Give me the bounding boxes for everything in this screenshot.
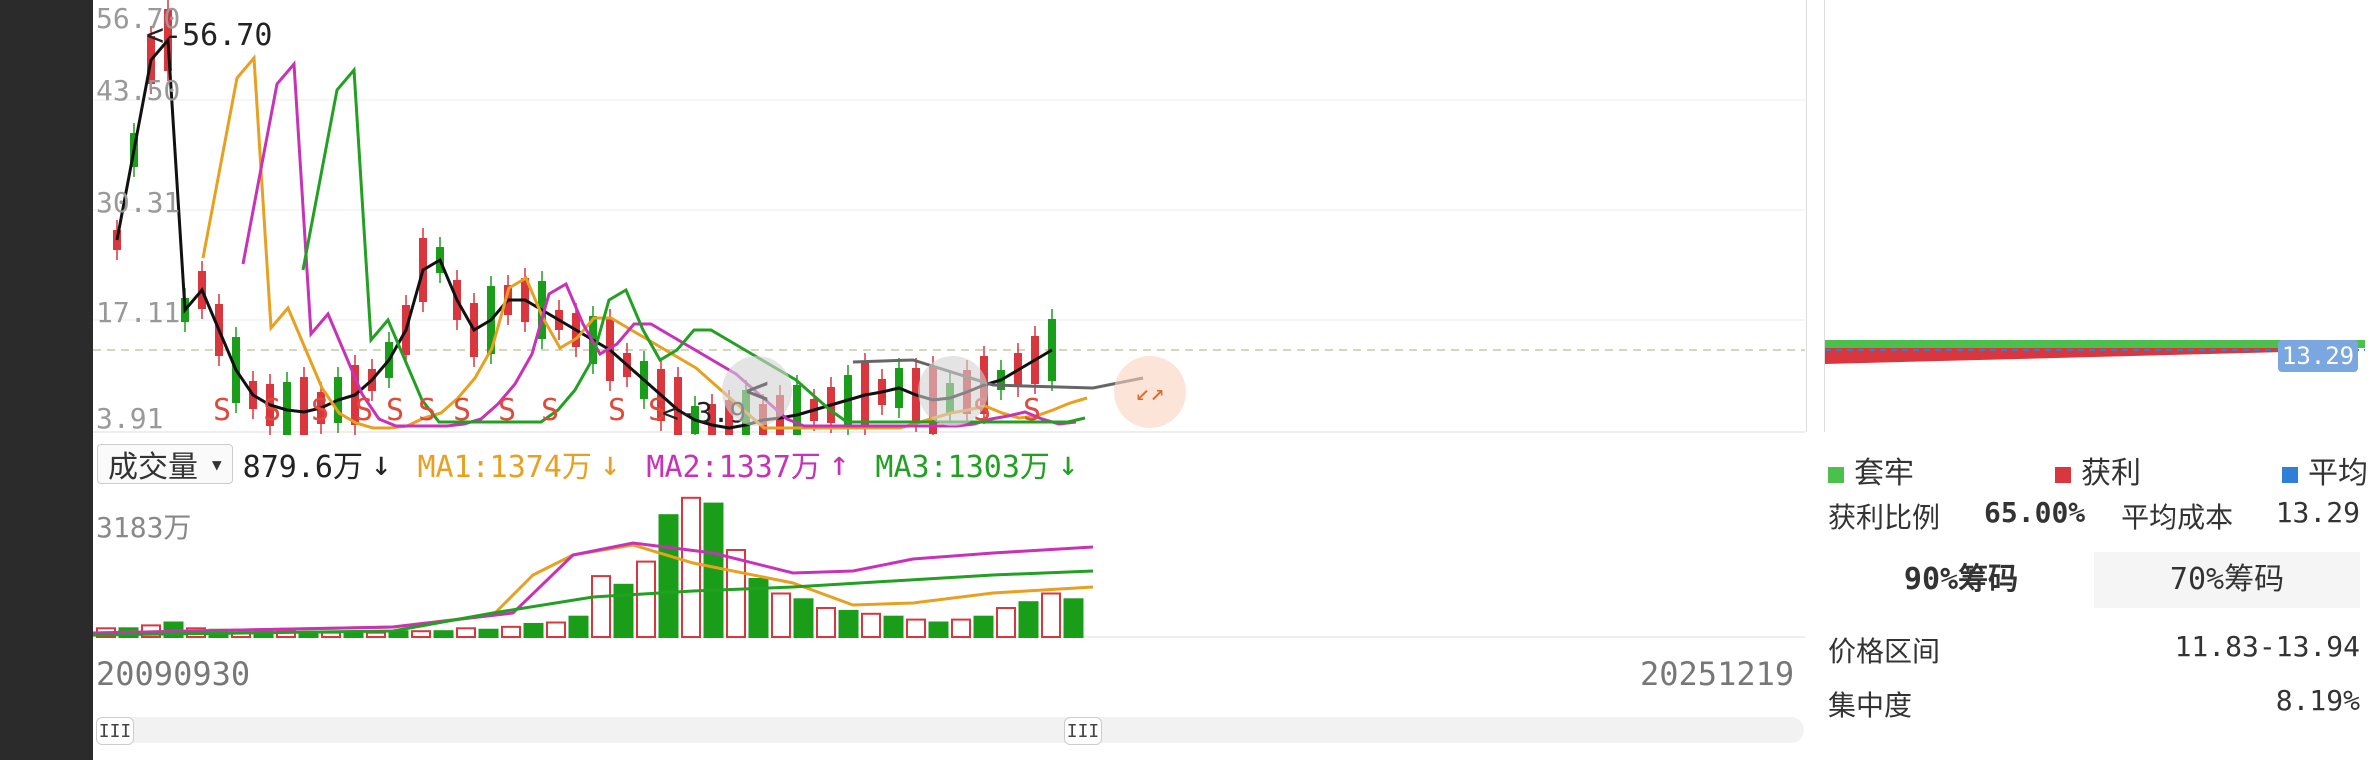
volume-chart[interactable] [93,495,1805,640]
legend-profit: 获利 [2055,448,2141,492]
volume-bar [906,618,926,638]
sell-marker: S [453,393,471,428]
volume-bar [816,607,836,638]
concentration-value: 8.19% [2275,684,2360,717]
legend-trapped: 套牢 [1828,448,1914,492]
volume-bar [411,630,431,638]
chip-stats-row: 获利比例 65.00% 平均成本 13.29 [1828,496,2360,536]
volume-bar [658,514,679,639]
volume-bar [771,592,791,638]
chip-avg-marker: 13.29 [2278,340,2358,372]
chip-concentration-row: 集中度 8.19% [1828,684,2360,724]
tab-90-chips[interactable]: 90%筹码 [1828,552,2094,608]
volume-bar [591,575,611,638]
profit-ratio-label: 获利比例 [1828,501,1941,534]
volume-bar [523,622,544,638]
sell-marker: S [311,393,329,428]
ma2-arrow-icon: ↑ [828,444,850,484]
sell-marker: S [418,393,436,428]
ma1-arrow-icon: ↓ [599,444,621,484]
end-date: 20251219 [1640,655,1795,693]
volume-bar [928,621,949,638]
sell-marker: S [1023,393,1041,428]
volume-bar [456,627,476,639]
price-range-label: 价格区间 [1828,635,1941,668]
slider-handle-right[interactable]: III [1064,717,1102,745]
volume-bar [568,615,589,638]
tab-70-chips[interactable]: 70%筹码 [2094,552,2360,608]
volume-bar [973,615,994,638]
collapse-button[interactable]: ↙↗ [1114,356,1186,428]
volume-bar [613,583,634,639]
ma3-value: MA3:1303万 [875,450,1050,485]
vol-arrow-icon: ↓ [370,444,392,484]
left-dark-strip [0,0,93,760]
volume-selector-label: 成交量 [108,450,198,485]
sell-marker: S [263,393,281,428]
price-axis-label-2: 43.50 [96,74,181,107]
chip-legend: 套牢 获利 平均 [1828,448,2368,492]
volume-bar [996,607,1016,638]
price-axis-min: 3.91 [96,402,164,435]
sell-marker: S [386,393,404,428]
volume-bar [883,615,904,638]
sell-marker: S [213,393,231,428]
start-date: 20090930 [96,655,251,693]
chip-tabs: 90%筹码 70%筹码 [1828,552,2360,608]
volume-bar [366,631,386,638]
volume-bar [636,560,656,638]
candle-body [300,377,308,435]
avg-cost-label: 平均成本 [2121,501,2234,534]
concentration-label: 集中度 [1828,689,1913,722]
panel-divider [1806,0,1807,432]
sell-marker: S [541,393,559,428]
volume-bar [726,549,746,638]
volume-bar [951,618,971,638]
vol-value: 879.6万 [242,450,363,485]
ma1-value: MA1:1374万 [417,450,592,485]
chevron-left-icon: < [744,368,770,414]
volume-bar [861,612,881,639]
price-range-value: 11.83-13.94 [2174,630,2360,663]
volume-bar [546,621,566,638]
caret-down-icon: ▼ [212,454,222,474]
volume-bar [838,609,859,639]
volume-bar [793,598,814,639]
collapse-icon: ↙↗ [1135,378,1165,406]
legend-average: 平均 [2282,448,2368,492]
volume-axis-max: 3183万 [96,511,192,544]
volume-bar [703,502,724,638]
volume-bar [433,630,454,638]
sell-marker: S [498,393,516,428]
nav-right-button[interactable] [918,356,988,426]
indicator-bar: 成交量 ▼ 879.6万 ↓ MA1:1374万 ↓ MA2:1337万 ↑ M… [93,436,1805,492]
ma2-value: MA2:1337万 [646,450,821,485]
volume-bar [343,631,364,638]
volume-bar [478,628,499,638]
slider-handle-left[interactable]: III [96,717,134,745]
chip-range-row: 价格区间 11.83-13.94 [1828,630,2360,670]
ma3-arrow-icon: ↓ [1057,444,1079,484]
volume-selector[interactable]: 成交量 ▼ [97,444,233,485]
sell-marker: S [355,393,373,428]
range-slider[interactable]: III III [96,717,1804,745]
price-axis-label-4: 17.11 [96,296,181,329]
max-price-marker: <-56.70 [146,18,273,53]
volume-bar [1041,592,1061,638]
avg-cost-value: 13.29 [2275,496,2360,529]
volume-bar [1018,601,1039,638]
nav-left-button[interactable]: < [722,356,792,426]
price-axis-label-3: 30.31 [96,186,181,219]
volume-bar [681,496,701,638]
volume-bar [501,625,521,639]
profit-ratio-value: 65.00% [1984,496,2086,529]
sell-marker: S [608,393,626,428]
volume-bar [1063,598,1084,639]
